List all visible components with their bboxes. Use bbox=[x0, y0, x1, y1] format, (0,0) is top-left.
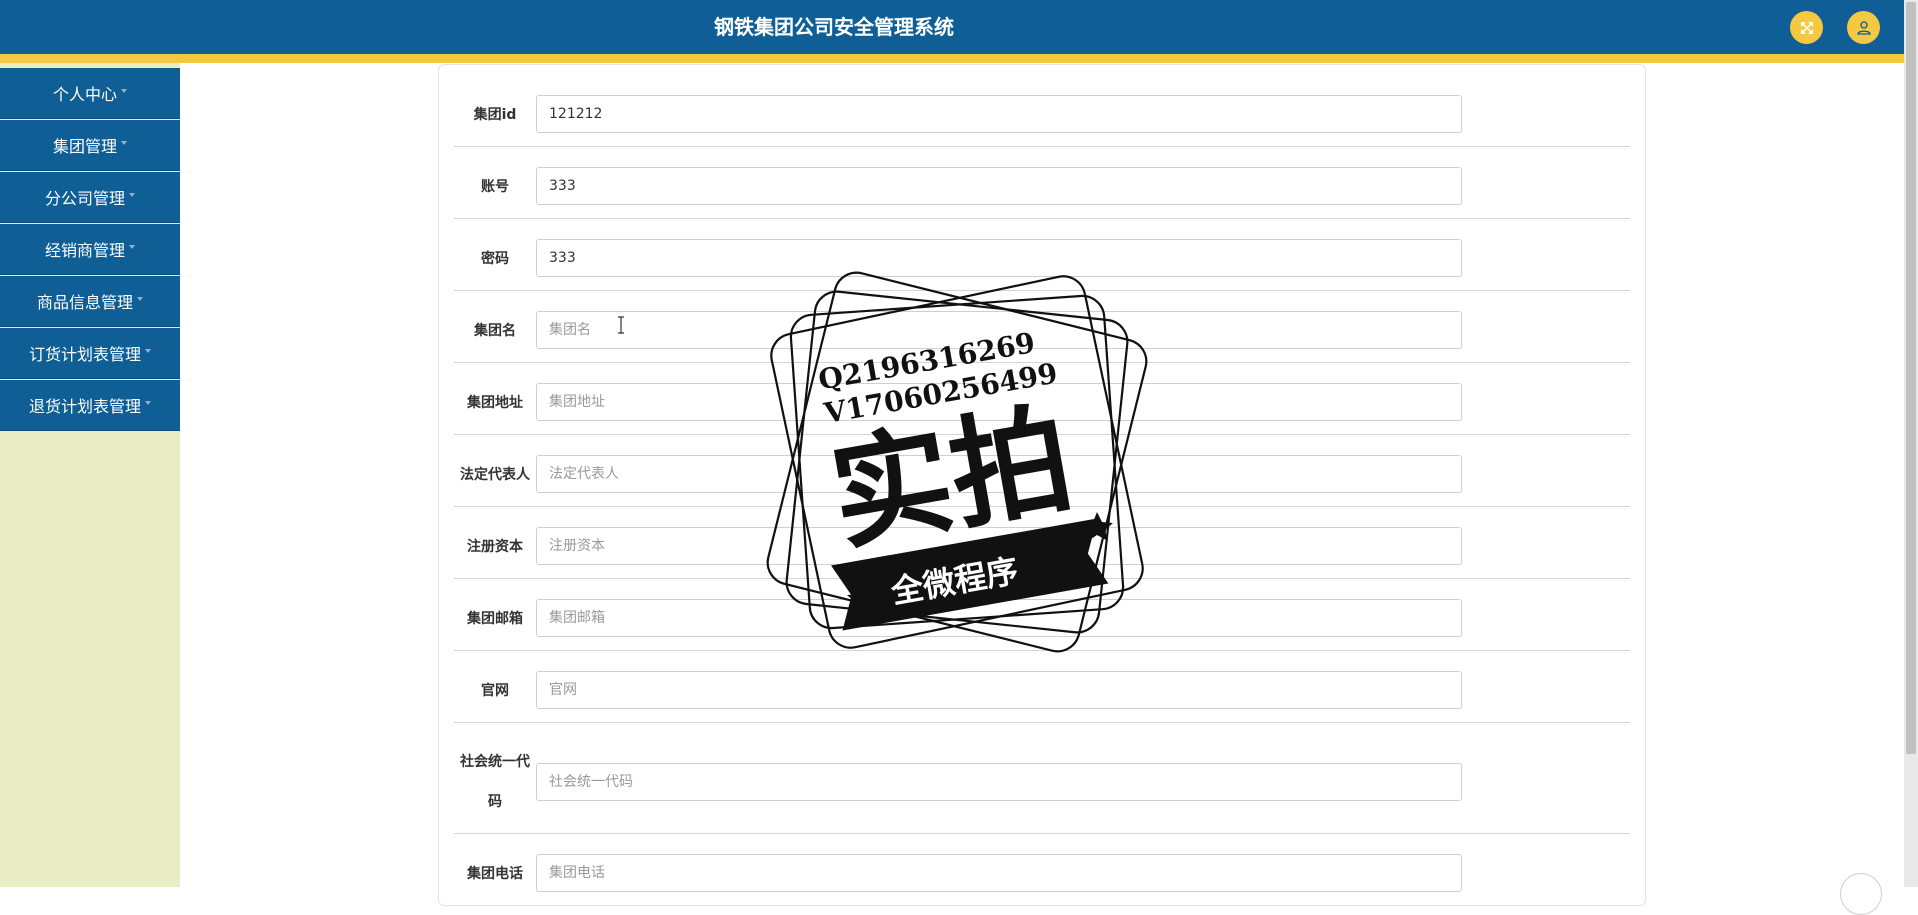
group-phone-field[interactable] bbox=[536, 854, 1462, 892]
form-row-group-id: 集团id bbox=[454, 65, 1630, 147]
group-address-field[interactable] bbox=[536, 383, 1462, 421]
field-label-line1: 社会统一代 bbox=[460, 754, 530, 770]
field-label: 集团地址 bbox=[467, 395, 523, 411]
caret-down-icon bbox=[137, 297, 143, 301]
scrollbar-thumb[interactable] bbox=[1906, 2, 1916, 754]
sidebar-item-label: 集团管理 bbox=[52, 137, 117, 156]
app-title: 钢铁集团公司安全管理系统 bbox=[714, 15, 954, 39]
sidebar-item-return-plan-management[interactable]: 退货计划表管理 bbox=[0, 380, 180, 431]
user-button[interactable] bbox=[1847, 11, 1880, 44]
text-cursor-icon bbox=[618, 316, 624, 334]
top-header: 钢铁集团公司安全管理系统 bbox=[0, 0, 1904, 54]
caret-down-icon bbox=[145, 401, 151, 405]
group-name-field[interactable] bbox=[536, 311, 1462, 349]
sidebar-item-label: 分公司管理 bbox=[44, 189, 125, 208]
sidebar-item-label: 退货计划表管理 bbox=[28, 397, 141, 416]
field-label: 官网 bbox=[481, 683, 509, 699]
field-label: 法定代表人 bbox=[460, 467, 530, 483]
fullscreen-icon bbox=[1800, 21, 1813, 34]
field-label: 集团名 bbox=[474, 323, 516, 339]
registered-capital-field[interactable] bbox=[536, 527, 1462, 565]
sidebar: 个人中心 集团管理 分公司管理 经销商管理 商品信息管理 订货计划表管理 退货计… bbox=[0, 63, 180, 887]
field-label: 集团id bbox=[473, 107, 517, 123]
website-field[interactable] bbox=[536, 671, 1462, 709]
form-row-credit-code: 社会统一代 码 bbox=[454, 722, 1630, 834]
caret-down-icon bbox=[129, 193, 135, 197]
sidebar-item-group-management[interactable]: 集团管理 bbox=[0, 120, 180, 171]
field-label: 账号 bbox=[481, 179, 509, 195]
caret-down-icon bbox=[121, 141, 127, 145]
form-row-website: 官网 bbox=[454, 650, 1630, 723]
vertical-scrollbar[interactable] bbox=[1904, 0, 1918, 887]
form-row-registered-capital: 注册资本 bbox=[454, 506, 1630, 579]
caret-down-icon bbox=[121, 89, 127, 93]
field-label: 集团邮箱 bbox=[467, 611, 523, 627]
field-label: 社会统一代 码 bbox=[454, 742, 536, 822]
sidebar-item-label: 个人中心 bbox=[52, 85, 117, 104]
form-row-group-email: 集团邮箱 bbox=[454, 578, 1630, 651]
sidebar-item-branch-management[interactable]: 分公司管理 bbox=[0, 172, 180, 223]
form-row-legal-representative: 法定代表人 bbox=[454, 434, 1630, 507]
fullscreen-button[interactable] bbox=[1790, 11, 1823, 44]
field-label: 注册资本 bbox=[467, 539, 523, 555]
legal-representative-field[interactable] bbox=[536, 455, 1462, 493]
form-row-group-name: 集团名 bbox=[454, 290, 1630, 363]
sidebar-item-label: 经销商管理 bbox=[44, 241, 125, 260]
form-panel: 集团id 账号 密码 集团名 集团地址 法定代表人 注册资本 集团邮箱 官网 社… bbox=[438, 64, 1646, 906]
caret-down-icon bbox=[145, 349, 151, 353]
sidebar-item-product-info-management[interactable]: 商品信息管理 bbox=[0, 276, 180, 327]
sidebar-item-order-plan-management[interactable]: 订货计划表管理 bbox=[0, 328, 180, 379]
sidebar-item-personal-center[interactable]: 个人中心 bbox=[0, 68, 180, 119]
back-to-top-button[interactable] bbox=[1840, 873, 1882, 915]
group-email-field[interactable] bbox=[536, 599, 1462, 637]
group-id-field[interactable] bbox=[536, 95, 1462, 133]
form-row-password: 密码 bbox=[454, 218, 1630, 291]
field-label: 密码 bbox=[481, 251, 509, 267]
credit-code-field[interactable] bbox=[536, 763, 1462, 801]
header-accent-strip bbox=[0, 54, 1904, 63]
user-icon bbox=[1856, 20, 1871, 35]
account-field[interactable] bbox=[536, 167, 1462, 205]
form-row-account: 账号 bbox=[454, 146, 1630, 219]
field-label: 集团电话 bbox=[467, 866, 523, 882]
field-label-line2: 码 bbox=[488, 794, 502, 810]
sidebar-item-dealer-management[interactable]: 经销商管理 bbox=[0, 224, 180, 275]
password-field[interactable] bbox=[536, 239, 1462, 277]
form-row-group-address: 集团地址 bbox=[454, 362, 1630, 435]
form-row-group-phone: 集团电话 bbox=[454, 833, 1630, 905]
caret-down-icon bbox=[129, 245, 135, 249]
sidebar-item-label: 商品信息管理 bbox=[36, 293, 133, 312]
sidebar-item-label: 订货计划表管理 bbox=[28, 345, 141, 364]
